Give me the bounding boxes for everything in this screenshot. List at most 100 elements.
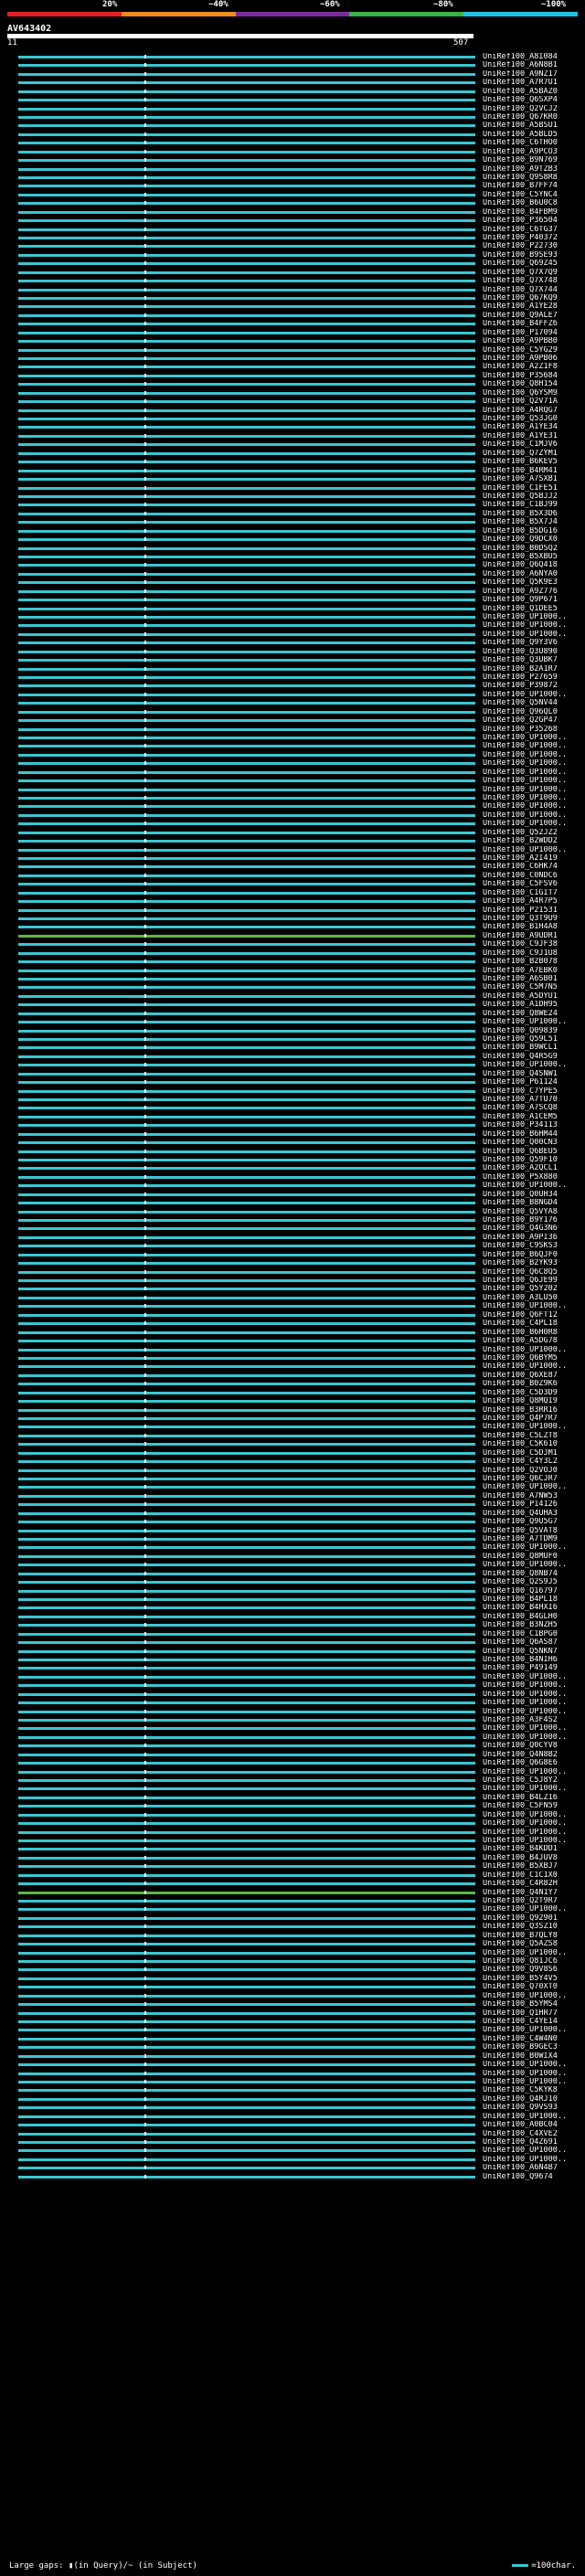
hit-alignment-line[interactable] <box>18 1813 475 1817</box>
hit-label[interactable]: UniRef100_UP1000.. <box>483 631 585 639</box>
hit-label[interactable]: UniRef100_A7SXB1 <box>483 475 585 483</box>
hit-row[interactable]: UniRef100_C1BPG0 <box>0 1630 585 1638</box>
hit-label[interactable]: UniRef100_UP1000.. <box>483 1673 585 1681</box>
hit-label[interactable]: UniRef100_A7SCQ8 <box>483 1104 585 1112</box>
hit-label[interactable]: UniRef100_B6U0C8 <box>483 199 585 207</box>
hit-row[interactable]: UniRef100_Q2GP47 <box>0 716 585 725</box>
hit-alignment-line[interactable] <box>18 719 475 723</box>
hit-label[interactable]: UniRef100_Q6CJR7 <box>483 1475 585 1483</box>
hit-label[interactable]: UniRef100_UP1000.. <box>483 769 585 777</box>
hit-row[interactable]: UniRef100_Q3T9U9 <box>0 915 585 923</box>
hit-label[interactable]: UniRef100_A1YE28 <box>483 302 585 311</box>
hit-label[interactable]: UniRef100_A3F4S2 <box>483 1716 585 1724</box>
hit-row[interactable]: UniRef100_A7TU70 <box>0 1096 585 1104</box>
hit-label[interactable]: UniRef100_Q6BEU5 <box>483 1148 585 1156</box>
hit-alignment-line[interactable] <box>18 1615 475 1618</box>
hit-alignment-line[interactable] <box>18 615 475 619</box>
hit-row[interactable]: UniRef100_UP1000.. <box>0 2078 585 2086</box>
hit-label[interactable]: UniRef100_Q9S8R8 <box>483 174 585 182</box>
hit-row[interactable]: UniRef100_P21531 <box>0 906 585 915</box>
hit-row[interactable]: UniRef100_C4R82H <box>0 1880 585 1888</box>
hit-label[interactable]: UniRef100_A4R7P5 <box>483 897 585 906</box>
hit-label[interactable]: UniRef100_Q5NV44 <box>483 699 585 707</box>
hit-row[interactable]: UniRef100_UP1000.. <box>0 802 585 811</box>
hit-row[interactable]: UniRef100_C5K610 <box>0 1440 585 1448</box>
hit-alignment-line[interactable] <box>18 64 475 68</box>
hit-label[interactable]: UniRef100_C1MJV6 <box>483 440 585 449</box>
hit-row[interactable]: UniRef100_A2QCL1 <box>0 1164 585 1172</box>
hit-row[interactable]: UniRef100_Q81JC6 <box>0 1957 585 1966</box>
hit-row[interactable]: UniRef100_B2WDD2 <box>0 837 585 845</box>
hit-row[interactable]: UniRef100_UP1000.. <box>0 759 585 768</box>
hit-row[interactable]: UniRef100_A1YE34 <box>0 423 585 431</box>
hit-row[interactable]: UniRef100_UP1000.. <box>0 1561 585 1569</box>
hit-label[interactable]: UniRef100_P49149 <box>483 1664 585 1672</box>
hit-alignment-line[interactable] <box>18 1649 475 1653</box>
hit-alignment-line[interactable] <box>18 1779 475 1782</box>
hit-row[interactable]: UniRef100_UP1000.. <box>0 794 585 802</box>
hit-alignment-line[interactable] <box>18 408 475 412</box>
hit-row[interactable]: UniRef100_Q6G8E6 <box>0 1759 585 1767</box>
hit-row[interactable]: UniRef100_Q0CYV8 <box>0 1742 585 1750</box>
hit-alignment-line[interactable] <box>18 1029 475 1033</box>
hit-alignment-line[interactable] <box>18 727 475 731</box>
hit-label[interactable]: UniRef100_C4PL18 <box>483 1320 585 1328</box>
hit-row[interactable]: UniRef100_UP1000.. <box>0 1768 585 1776</box>
hit-row[interactable]: UniRef100_UP1000.. <box>0 621 585 630</box>
hit-alignment-line[interactable] <box>18 1701 475 1705</box>
hit-label[interactable]: UniRef100_P34113 <box>483 1121 585 1129</box>
hit-row[interactable]: UniRef100_B4GLH0 <box>0 1613 585 1621</box>
hit-row[interactable]: UniRef100_Q7ZYM1 <box>0 450 585 458</box>
hit-label[interactable]: UniRef100_UP1000.. <box>483 2026 585 2034</box>
hit-alignment-line[interactable] <box>18 418 475 421</box>
hit-label[interactable]: UniRef100_UP1000.. <box>483 1561 585 1569</box>
hit-row[interactable]: UniRef100_C6THO0 <box>0 139 585 147</box>
hit-row[interactable]: UniRef100_Q8WE24 <box>0 1010 585 1018</box>
hit-label[interactable]: UniRef100_Q4Z691 <box>483 2138 585 2147</box>
hit-label[interactable]: UniRef100_C5J8Y2 <box>483 1776 585 1785</box>
hit-row[interactable]: UniRef100_B0DSQ2 <box>0 545 585 553</box>
hit-alignment-line[interactable] <box>18 434 475 438</box>
hit-alignment-line[interactable] <box>18 1994 475 1998</box>
hit-alignment-line[interactable] <box>18 1718 475 1722</box>
hit-row[interactable]: UniRef100_A3LU50 <box>0 1294 585 1302</box>
hit-label[interactable]: UniRef100_Q6BYM5 <box>483 1354 585 1362</box>
hit-alignment-line[interactable] <box>18 193 475 196</box>
hit-label[interactable]: UniRef100_Q4UHA3 <box>483 1510 585 1518</box>
hit-alignment-line[interactable] <box>18 2115 475 2118</box>
hit-label[interactable]: UniRef100_Q5BJJ2 <box>483 493 585 501</box>
hit-row[interactable]: UniRef100_Q96QL0 <box>0 708 585 716</box>
hit-row[interactable]: UniRef100_B2A1R7 <box>0 665 585 673</box>
hit-row[interactable]: UniRef100_B9WCL1 <box>0 1044 585 1052</box>
hit-row[interactable]: UniRef100_B6QJF0 <box>0 1251 585 1259</box>
hit-alignment-line[interactable] <box>18 2175 475 2178</box>
hit-row[interactable]: UniRef100_UP1000.. <box>0 1829 585 1837</box>
hit-label[interactable]: UniRef100_B9WCL1 <box>483 1044 585 1052</box>
hit-row[interactable]: UniRef100_B4NIH6 <box>0 1656 585 1664</box>
hit-label[interactable]: UniRef100_B2B078 <box>483 958 585 966</box>
hit-row[interactable]: UniRef100_P34113 <box>0 1121 585 1129</box>
hit-label[interactable]: UniRef100_A5BSU1 <box>483 122 585 130</box>
hit-label[interactable]: UniRef100_A5BAZ0 <box>483 88 585 96</box>
hit-label[interactable]: UniRef100_C4W4N0 <box>483 2035 585 2043</box>
hit-alignment-line[interactable] <box>18 865 475 869</box>
hit-label[interactable]: UniRef100_B2WDD2 <box>483 837 585 845</box>
hit-alignment-line[interactable] <box>18 391 475 395</box>
hit-label[interactable]: UniRef100_P40372 <box>483 234 585 242</box>
hit-row[interactable]: UniRef100_A5BSU1 <box>0 122 585 130</box>
hit-label[interactable]: UniRef100_UP1000.. <box>483 2061 585 2069</box>
hit-row[interactable]: UniRef100_Q6YSM9 <box>0 389 585 398</box>
hit-alignment-line[interactable] <box>18 813 475 817</box>
hit-alignment-line[interactable] <box>18 1943 475 1946</box>
hit-alignment-line[interactable] <box>18 1486 475 1489</box>
hit-alignment-line[interactable] <box>18 1925 475 1929</box>
hit-alignment-line[interactable] <box>18 2089 475 2093</box>
hit-alignment-line[interactable] <box>18 504 475 507</box>
hit-alignment-line[interactable] <box>18 81 475 85</box>
hit-alignment-line[interactable] <box>18 856 475 860</box>
hit-row[interactable]: UniRef100_C6TG37 <box>0 226 585 234</box>
hit-row[interactable]: UniRef100_UP1000.. <box>0 2026 585 2034</box>
hit-row[interactable]: UniRef100_UP1000.. <box>0 1992 585 2000</box>
hit-row[interactable]: UniRef100_B0WIX4 <box>0 2052 585 2061</box>
hit-row[interactable]: UniRef100_A2I419 <box>0 854 585 863</box>
